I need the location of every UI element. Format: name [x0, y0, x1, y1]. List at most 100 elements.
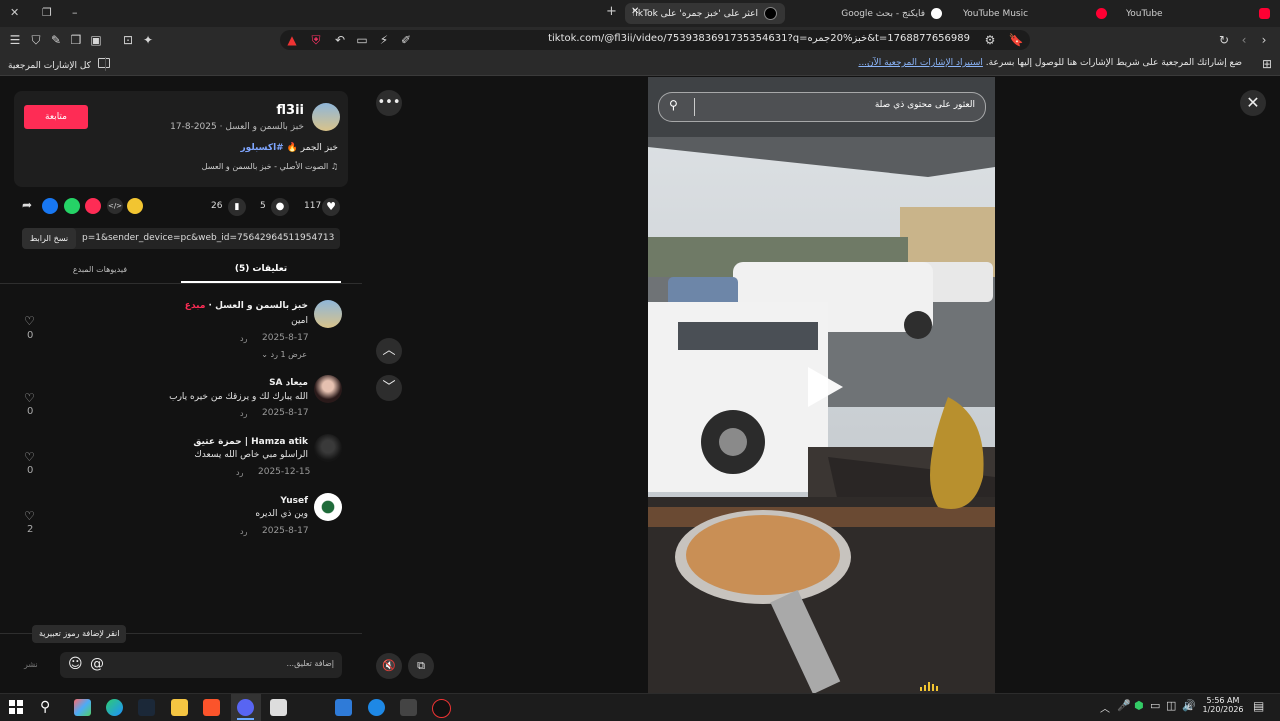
import-bookmarks-link[interactable]: استيراد الإشارات المرجعية الآن...	[858, 58, 982, 68]
copy-link-button[interactable]: نسخ الرابط	[22, 228, 76, 249]
brave-shield-icon[interactable]: ⛨	[308, 32, 324, 48]
avatar[interactable]	[312, 103, 340, 131]
input-language[interactable]: ع	[1187, 701, 1192, 711]
sidebar-icon[interactable]: ▣	[88, 32, 104, 48]
whatsapp-icon[interactable]	[64, 198, 80, 214]
screenshot-icon[interactable]: ⊡	[120, 32, 136, 48]
heart-icon[interactable]: ♡	[24, 391, 35, 405]
comment-author[interactable]: Yusef	[280, 496, 308, 506]
apps-icon[interactable]: ⊞	[1259, 56, 1275, 72]
emoji-icon[interactable]: ☺	[68, 656, 83, 672]
heart-icon[interactable]: ♡	[24, 314, 35, 328]
microphone-icon[interactable]: 🎤	[1117, 699, 1131, 712]
related-search-box[interactable]: ⚲ العثور على محتوى ذي صلة	[658, 92, 986, 122]
reply-button[interactable]: رد	[240, 409, 247, 418]
tab-youtube-music[interactable]: YouTube Music	[955, 3, 1115, 24]
comment-author[interactable]: Hamza atik | حمزة عتيق	[193, 437, 308, 447]
tab-google[interactable]: فايكنج - بحث Google	[790, 3, 950, 24]
like-icon[interactable]: ♥	[322, 198, 340, 216]
reload-icon[interactable]: ↻	[1216, 32, 1232, 48]
coin-icon[interactable]	[127, 198, 143, 214]
post-comment-button[interactable]: نشر	[24, 660, 38, 669]
tab-tiktok[interactable]: اعثر على 'خبز جمره' على TikTok ✕	[625, 3, 785, 24]
avatar[interactable]	[314, 300, 342, 328]
recorder-icon[interactable]	[432, 699, 451, 718]
link-text[interactable]: p=1&sender_device=pc&web_id=756429645119…	[82, 233, 334, 243]
avatar[interactable]	[314, 493, 342, 521]
close-tab-icon[interactable]: ✕	[631, 6, 639, 17]
back-history-icon[interactable]: ↶	[332, 32, 348, 48]
sound-link[interactable]: ♫ الصوت الأصلي - خبز بالسمن و العسل	[202, 162, 338, 171]
previous-video-icon[interactable]: ︿	[376, 338, 402, 364]
search-icon[interactable]: ⚲	[40, 699, 57, 716]
tab-comments[interactable]: تعليقات (5)	[181, 264, 341, 274]
comment-author[interactable]: ميعاد SA	[269, 378, 308, 388]
translate-icon[interactable]: ⚡	[376, 32, 392, 48]
save-icon[interactable]: ▮	[228, 198, 246, 216]
bluetooth-app-icon[interactable]	[368, 699, 385, 716]
restore-window-icon[interactable]: ❐	[42, 6, 52, 19]
tab-creator-videos[interactable]: فيديوهات المبدع	[20, 265, 180, 274]
comment-icon[interactable]: ●	[271, 198, 289, 216]
video-player[interactable]: ⚲ العثور على محتوى ذي صلة	[648, 77, 995, 693]
bookmark-icon[interactable]: 🔖	[1008, 32, 1024, 48]
brave-icon[interactable]	[203, 699, 220, 716]
heart-icon[interactable]: ♡	[24, 450, 35, 464]
forward-icon[interactable]: ‹	[1236, 32, 1252, 48]
vpn-icon[interactable]	[335, 699, 352, 716]
menu-icon[interactable]: ☰	[7, 32, 23, 48]
search-icon[interactable]: ⚲	[669, 98, 678, 112]
back-icon[interactable]: ›	[1256, 32, 1272, 48]
clock[interactable]: 5:56 AM 1/20/2026	[1200, 696, 1246, 714]
avatar[interactable]	[314, 375, 342, 403]
follow-button[interactable]: متابعة	[24, 105, 88, 129]
copilot-icon[interactable]	[74, 699, 91, 716]
leo-icon[interactable]: ✐	[398, 32, 414, 48]
new-tab-icon[interactable]: +	[606, 4, 617, 19]
tab-youtube[interactable]: YouTube	[1118, 3, 1278, 24]
puzzle-icon[interactable]: ✦	[140, 32, 156, 48]
start-icon[interactable]	[8, 699, 24, 715]
mention-icon[interactable]: @	[90, 656, 104, 672]
tabs-icon[interactable]: ❒	[68, 32, 84, 48]
reply-button[interactable]: رد	[240, 527, 247, 536]
reply-button[interactable]: رد	[240, 334, 247, 343]
reader-icon[interactable]: ▭	[354, 32, 370, 48]
username[interactable]: fl3ii	[276, 103, 304, 118]
hashtag-link[interactable]: #اكسبلور	[241, 143, 284, 153]
mute-icon[interactable]: 🔇	[376, 653, 402, 679]
shield-icon[interactable]: ⛉	[28, 32, 44, 48]
comment-author[interactable]: خبز بالسمن و العسل	[215, 301, 308, 311]
site-settings-icon[interactable]: ⚙	[982, 32, 998, 48]
view-replies-button[interactable]: عرض 1 رد ⌄	[261, 350, 307, 359]
extensions-icon[interactable]: ✎	[48, 32, 64, 48]
minimize-window-icon[interactable]: –	[72, 6, 78, 19]
heart-icon[interactable]: ♡	[24, 509, 35, 523]
brave-rewards-icon[interactable]: ▲	[284, 32, 300, 48]
app-icon[interactable]	[400, 699, 417, 716]
steam-icon[interactable]	[138, 699, 155, 716]
embed-icon[interactable]: </>	[107, 198, 123, 214]
avatar[interactable]	[314, 434, 342, 462]
network-app-icon[interactable]: ⬢	[1134, 699, 1144, 712]
display-icon[interactable]: ▭	[1150, 699, 1160, 712]
store-icon[interactable]	[270, 699, 287, 716]
close-window-icon[interactable]: ✕	[10, 6, 19, 19]
all-bookmarks-button[interactable]: كل الإشارات المرجعية	[8, 58, 110, 71]
comment-input[interactable]: إضافة تعليق... ☺ @	[60, 652, 342, 678]
chevron-up-icon[interactable]: ︿	[1100, 700, 1110, 715]
facebook-icon[interactable]	[42, 198, 58, 214]
edge-icon[interactable]	[106, 699, 123, 716]
discord-icon[interactable]	[237, 699, 254, 716]
mini-player-icon[interactable]: ⧉	[408, 653, 434, 679]
close-icon[interactable]: ✕	[1240, 90, 1266, 116]
address-bar[interactable]: ▲ ⛨ ↶ ▭ ⚡ ✐ tiktok.com/@fl3ii/video/7539…	[280, 30, 1030, 50]
notifications-icon[interactable]: ▤	[1253, 699, 1264, 713]
reply-button[interactable]: رد	[236, 468, 243, 477]
file-explorer-icon[interactable]	[171, 699, 188, 716]
more-options-icon[interactable]: •••	[376, 90, 402, 116]
share-icon[interactable]: ➦	[22, 198, 32, 212]
next-video-icon[interactable]: ﹀	[376, 375, 402, 401]
wifi-icon[interactable]: ◫	[1166, 699, 1176, 712]
send-icon[interactable]	[85, 198, 101, 214]
